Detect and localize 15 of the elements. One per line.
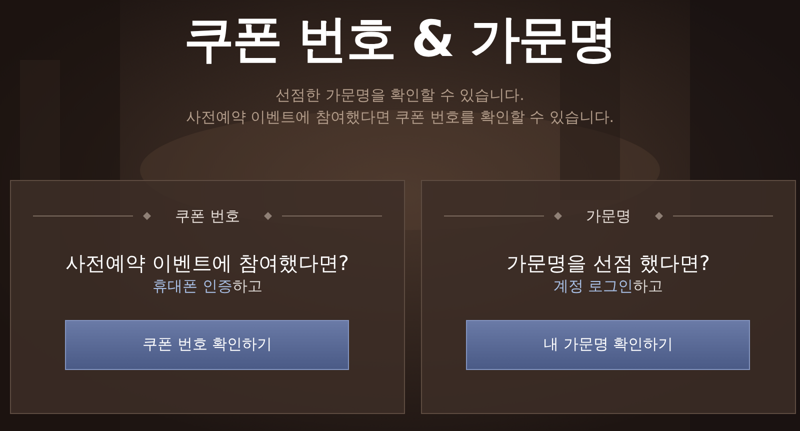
subtitle-text: 사전예약 이벤트에 참여했다면 쿠폰 번호를 확인할 수 있습니다. xyxy=(186,107,614,128)
diamond-icon xyxy=(143,212,151,220)
subtitle-text: 선점한 가문명을 확인할 수 있습니다. xyxy=(276,85,524,106)
check-button[interactable]: 쿠폰 번호 확인하기 xyxy=(65,320,350,370)
card-question: 가문명을 선점 했다면? xyxy=(506,250,710,276)
page-title: 쿠폰 번호 & 가문명 xyxy=(184,9,616,70)
card-heading: 가문명 xyxy=(584,206,632,227)
diamond-icon xyxy=(554,212,562,220)
card-hint: 휴대폰 인증하고 xyxy=(152,276,262,296)
card-hint: 계정 로그인하고 xyxy=(553,276,664,296)
card-question: 사전예약 이벤트에 참여했다면? xyxy=(66,250,350,276)
check-button[interactable]: 내 가문명 확인하기 xyxy=(466,320,750,370)
diamond-icon xyxy=(264,212,272,220)
diamond-icon xyxy=(654,212,663,220)
card-heading: 쿠폰 번호 xyxy=(174,206,241,227)
